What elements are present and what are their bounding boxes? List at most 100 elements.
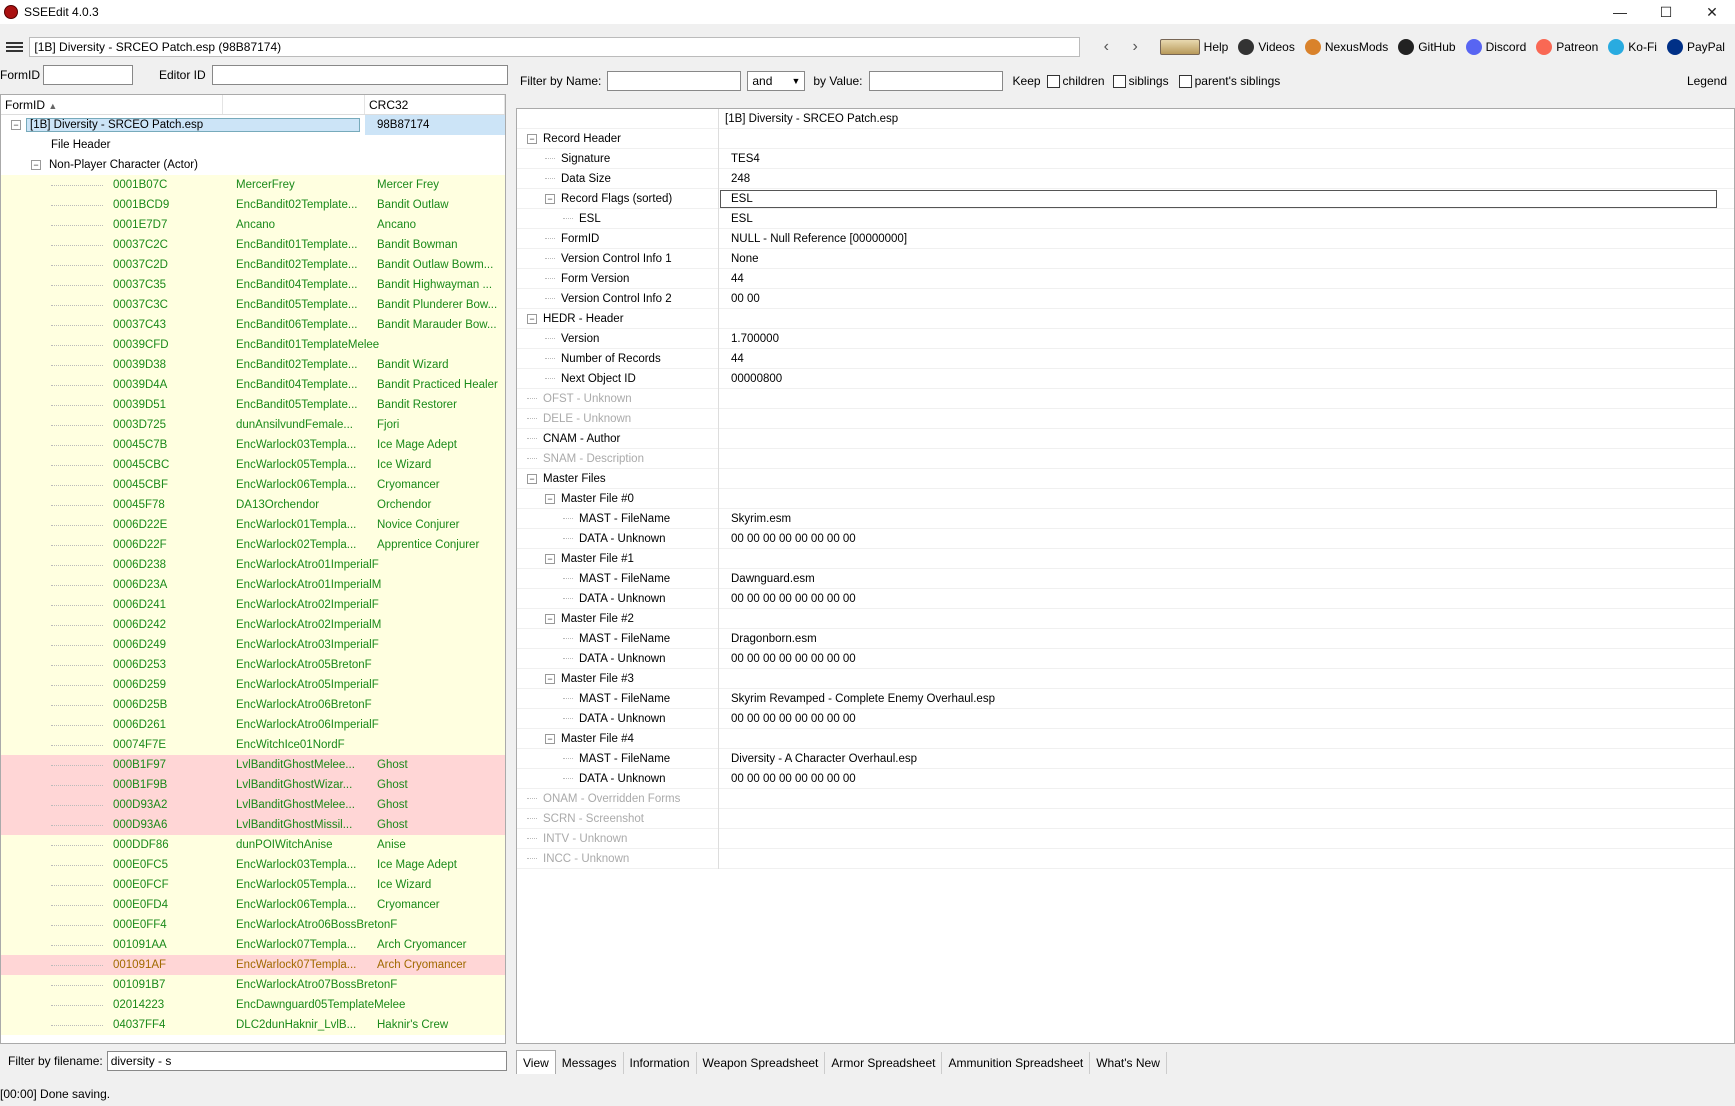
record-row[interactable]: 000E0FD4 EncWarlock06Templa... Cryomancer: [1, 895, 505, 915]
link-discord[interactable]: Discord: [1465, 39, 1526, 55]
view-row[interactable]: − Master File #2: [517, 608, 1734, 629]
record-row[interactable]: 00037C2D EncBandit02Template... Bandit Out…: [1, 255, 505, 275]
record-row[interactable]: 000B1F97 LvlBanditGhostMelee... Ghost: [1, 755, 505, 775]
editorid-input[interactable]: [211, 65, 508, 85]
operator-select[interactable]: and ▼: [747, 71, 806, 91]
back-button[interactable]: ‹: [1092, 36, 1121, 58]
view-row[interactable]: MAST - FileName Skyrim.esm: [517, 508, 1734, 529]
record-row[interactable]: 0006D22E EncWarlock01Templa... Novice Conj…: [1, 515, 505, 535]
record-row[interactable]: 0003D725 dunAnsilvundFemale... Fjori: [1, 415, 505, 435]
view-row[interactable]: MAST - FileName Diversity - A Character O…: [517, 748, 1734, 769]
view-row[interactable]: CNAM - Author: [517, 428, 1734, 449]
view-row[interactable]: Version 1.700000: [517, 328, 1734, 349]
collapse-icon[interactable]: −: [545, 673, 555, 684]
link-patreon[interactable]: Patreon: [1536, 39, 1598, 55]
tree-root[interactable]: − [1B] Diversity - SRCEO Patch.esp 98B87…: [1, 115, 505, 135]
view-row[interactable]: OFST - Unknown: [517, 388, 1734, 409]
link-videos[interactable]: Videos: [1238, 39, 1295, 55]
record-row[interactable]: 0006D238 EncWarlockAtro01ImperialF: [1, 555, 505, 575]
view-row[interactable]: ONAM - Overridden Forms: [517, 788, 1734, 809]
view-row[interactable]: SNAM - Description: [517, 448, 1734, 469]
collapse-icon[interactable]: −: [31, 160, 41, 170]
view-row[interactable]: − HEDR - Header: [517, 308, 1734, 329]
record-row[interactable]: 02014223 EncDawnguard05TemplateMelee: [1, 995, 505, 1015]
formid-input[interactable]: [43, 65, 133, 85]
parents-siblings-checkbox[interactable]: [1178, 74, 1192, 88]
view-row[interactable]: FormID NULL - Null Reference [00000000]: [517, 228, 1734, 249]
view-row[interactable]: − Record Header: [517, 128, 1734, 149]
record-row[interactable]: 04037FF4 DLC2dunHaknir_LvlB... Haknir's Cr…: [1, 1015, 505, 1035]
record-row[interactable]: 000E0FCF EncWarlock05Templa... Ice Wizard: [1, 875, 505, 895]
record-row[interactable]: 00039D4A EncBandit04Template... Bandit Pra…: [1, 375, 505, 395]
tab-armor-spreadsheet[interactable]: Armor Spreadsheet: [825, 1052, 943, 1074]
record-row[interactable]: 0001E7D7 Ancano Ancano: [1, 215, 505, 235]
forward-button[interactable]: ›: [1121, 36, 1150, 58]
record-row[interactable]: 000B1F9B LvlBanditGhostWizar... Ghost: [1, 775, 505, 795]
record-row[interactable]: 0006D22F EncWarlock02Templa... Apprentice …: [1, 535, 505, 555]
record-row[interactable]: 00037C3C EncBandit05Template... Bandit Plu…: [1, 295, 505, 315]
view-row[interactable]: Next Object ID 00000800: [517, 368, 1734, 389]
record-row[interactable]: 0006D259 EncWarlockAtro05ImperialF: [1, 675, 505, 695]
record-row[interactable]: 00045CBF EncWarlock06Templa... Cryomancer: [1, 475, 505, 495]
record-row[interactable]: 00045C7B EncWarlock03Templa... Ice Mage Ad…: [1, 435, 505, 455]
view-row[interactable]: Version Control Info 1 None: [517, 248, 1734, 269]
record-row[interactable]: 0006D242 EncWarlockAtro02ImperialM: [1, 615, 505, 635]
view-row[interactable]: MAST - FileName Skyrim Revamped - Complet…: [517, 688, 1734, 709]
collapse-icon[interactable]: −: [545, 733, 555, 744]
menu-icon[interactable]: [4, 39, 25, 55]
legend-button[interactable]: Legend: [1687, 74, 1727, 88]
record-row[interactable]: 00074F7E EncWitchIce01NordF: [1, 735, 505, 755]
filter-name-input[interactable]: [607, 71, 742, 91]
record-row[interactable]: 0006D241 EncWarlockAtro02ImperialF: [1, 595, 505, 615]
view-row[interactable]: INTV - Unknown: [517, 828, 1734, 849]
record-row[interactable]: 00039D51 EncBandit05Template... Bandit Res…: [1, 395, 505, 415]
npc-group-node[interactable]: − Non-Player Character (Actor): [1, 155, 505, 175]
collapse-icon[interactable]: −: [527, 473, 537, 484]
view-row[interactable]: DATA - Unknown 00 00 00 00 00 00 00 00: [517, 648, 1734, 669]
record-row[interactable]: 0001BCD9 EncBandit02Template... Bandit Out…: [1, 195, 505, 215]
record-tree[interactable]: FormID ▲ CRC32 − [1B] Diversity - SRCEO …: [0, 94, 506, 1044]
record-row[interactable]: 00039D38 EncBandit02Template... Bandit Wiz…: [1, 355, 505, 375]
view-row[interactable]: DATA - Unknown 00 00 00 00 00 00 00 00: [517, 588, 1734, 609]
view-row[interactable]: MAST - FileName Dragonborn.esm: [517, 628, 1734, 649]
tab-weapon-spreadsheet[interactable]: Weapon Spreadsheet: [697, 1052, 826, 1074]
view-row[interactable]: SCRN - Screenshot: [517, 808, 1734, 829]
record-view[interactable]: [1B] Diversity - SRCEO Patch.esp − Record…: [516, 108, 1735, 1044]
collapse-icon[interactable]: −: [11, 120, 21, 130]
view-row[interactable]: MAST - FileName Dawnguard.esm: [517, 568, 1734, 589]
link-help[interactable]: Help: [1159, 39, 1228, 55]
link-nexusmods[interactable]: NexusMods: [1304, 39, 1388, 55]
close-button[interactable]: ✕: [1689, 0, 1735, 24]
view-row[interactable]: DATA - Unknown 00 00 00 00 00 00 00 00: [517, 708, 1734, 729]
path-field[interactable]: [1B] Diversity - SRCEO Patch.esp (98B871…: [29, 37, 1080, 57]
view-row[interactable]: Form Version 44: [517, 268, 1734, 289]
record-row[interactable]: 001091AA EncWarlock07Templa... Arch Cryoma…: [1, 935, 505, 955]
view-row[interactable]: Data Size 248: [517, 168, 1734, 189]
view-row[interactable]: − Master File #4: [517, 728, 1734, 749]
file-header-node[interactable]: File Header: [1, 135, 505, 155]
view-row[interactable]: − Master File #0: [517, 488, 1734, 509]
tab-what-s-new[interactable]: What's New: [1090, 1052, 1167, 1074]
record-row[interactable]: 000D93A6 LvlBanditGhostMissil... Ghost: [1, 815, 505, 835]
column-formid[interactable]: FormID ▲: [1, 95, 223, 114]
tab-view[interactable]: View: [516, 1050, 556, 1074]
record-row[interactable]: 000E0FC5 EncWarlock03Templa... Ice Mage Ad…: [1, 855, 505, 875]
view-row[interactable]: − Master Files: [517, 468, 1734, 489]
record-row[interactable]: 000D93A2 LvlBanditGhostMelee... Ghost: [1, 795, 505, 815]
record-row[interactable]: 00037C35 EncBandit04Template... Bandit Hig…: [1, 275, 505, 295]
record-row[interactable]: 00045CBC EncWarlock05Templa... Ice Wizard: [1, 455, 505, 475]
record-row[interactable]: 0006D25B EncWarlockAtro06BretonF: [1, 695, 505, 715]
collapse-icon[interactable]: −: [527, 313, 537, 324]
record-row[interactable]: 0006D249 EncWarlockAtro03ImperialF: [1, 635, 505, 655]
collapse-icon[interactable]: −: [527, 133, 537, 144]
view-row[interactable]: − Record Flags (sorted) ESL: [517, 188, 1734, 209]
maximize-button[interactable]: ☐: [1643, 0, 1689, 24]
record-row[interactable]: 000DDF86 dunPOIWitchAnise Anise: [1, 835, 505, 855]
record-row[interactable]: 0006D23A EncWarlockAtro01ImperialM: [1, 575, 505, 595]
link-github[interactable]: GitHub: [1398, 39, 1456, 55]
tab-information[interactable]: Information: [624, 1052, 697, 1074]
view-row[interactable]: DATA - Unknown 00 00 00 00 00 00 00 00: [517, 528, 1734, 549]
view-row[interactable]: Number of Records 44: [517, 348, 1734, 369]
view-row[interactable]: ESL ESL: [517, 208, 1734, 229]
tab-messages[interactable]: Messages: [556, 1052, 624, 1074]
